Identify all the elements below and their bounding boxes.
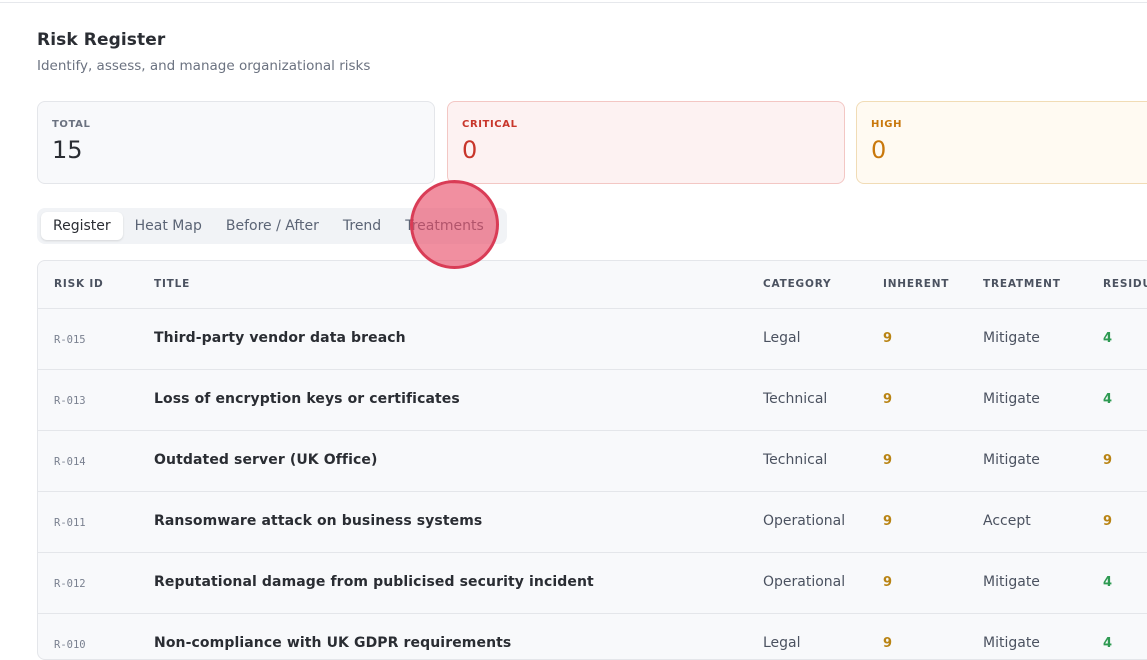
risk-category: Operational — [763, 574, 846, 590]
top-border — [0, 0, 1147, 3]
risk-treatment: Mitigate — [983, 635, 1040, 651]
residual-score: 4 — [1103, 331, 1113, 346]
risk-treatment: Accept — [983, 513, 1031, 529]
table-row[interactable]: R-012 Reputational damage from publicise… — [38, 553, 1147, 614]
risk-title: Third-party vendor data breach — [154, 330, 406, 346]
inherent-score: 9 — [883, 392, 893, 407]
stat-value-high: 0 — [871, 136, 887, 164]
stat-card-high: HIGH 0 — [856, 101, 1147, 184]
stat-card-total: TOTAL 15 — [37, 101, 435, 184]
tab-heat-map[interactable]: Heat Map — [123, 212, 214, 240]
column-header-title[interactable]: TITLE — [154, 278, 190, 290]
tab-trend[interactable]: Trend — [331, 212, 393, 240]
tab-register[interactable]: Register — [41, 212, 123, 240]
inherent-score: 9 — [883, 636, 893, 651]
risk-title: Ransomware attack on business systems — [154, 513, 483, 529]
table-row[interactable]: R-011 Ransomware attack on business syst… — [38, 492, 1147, 553]
stat-label-critical: CRITICAL — [462, 119, 518, 130]
column-header-residual[interactable]: RESIDU — [1103, 278, 1147, 290]
risk-category: Legal — [763, 635, 801, 651]
risk-treatment: Mitigate — [983, 574, 1040, 590]
risk-treatment: Mitigate — [983, 330, 1040, 346]
view-tabs: Register Heat Map Before / After Trend T… — [37, 208, 507, 244]
residual-score: 9 — [1103, 453, 1113, 468]
column-header-risk-id[interactable]: RISK ID — [54, 278, 104, 290]
risk-title: Reputational damage from publicised secu… — [154, 574, 594, 590]
column-header-treatment[interactable]: TREATMENT — [983, 278, 1061, 290]
risk-id: R-014 — [54, 456, 86, 468]
stat-value-critical: 0 — [462, 136, 478, 164]
risk-category: Technical — [763, 452, 828, 468]
residual-score: 4 — [1103, 575, 1113, 590]
column-header-inherent[interactable]: INHERENT — [883, 278, 949, 290]
table-header: RISK ID TITLE CATEGORY INHERENT TREATMEN… — [38, 261, 1147, 309]
risk-category: Technical — [763, 391, 828, 407]
stat-card-critical: CRITICAL 0 — [447, 101, 845, 184]
inherent-score: 9 — [883, 514, 893, 529]
residual-score: 9 — [1103, 514, 1113, 529]
risk-title: Loss of encryption keys or certificates — [154, 391, 460, 407]
risk-id: R-011 — [54, 517, 86, 529]
risk-id: R-015 — [54, 334, 86, 346]
table-row[interactable]: R-013 Loss of encryption keys or certifi… — [38, 370, 1147, 431]
residual-score: 4 — [1103, 636, 1113, 651]
table-row[interactable]: R-015 Third-party vendor data breach Leg… — [38, 309, 1147, 370]
risk-title: Non-compliance with UK GDPR requirements — [154, 635, 512, 651]
table-row[interactable]: R-010 Non-compliance with UK GDPR requir… — [38, 614, 1147, 659]
inherent-score: 9 — [883, 575, 893, 590]
inherent-score: 9 — [883, 331, 893, 346]
risk-id: R-012 — [54, 578, 86, 590]
page-subtitle: Identify, assess, and manage organizatio… — [37, 58, 371, 74]
risk-category: Legal — [763, 330, 801, 346]
stat-value-total: 15 — [52, 136, 83, 164]
tab-treatments[interactable]: Treatments — [393, 212, 496, 240]
page-header: Risk Register Identify, assess, and mana… — [37, 30, 370, 74]
tab-before-after[interactable]: Before / After — [214, 212, 331, 240]
column-header-category[interactable]: CATEGORY — [763, 278, 831, 290]
risk-id: R-013 — [54, 395, 86, 407]
stat-label-high: HIGH — [871, 119, 903, 130]
risk-category: Operational — [763, 513, 846, 529]
risk-treatment: Mitigate — [983, 452, 1040, 468]
risk-table: RISK ID TITLE CATEGORY INHERENT TREATMEN… — [37, 260, 1147, 660]
risk-treatment: Mitigate — [983, 391, 1040, 407]
table-row[interactable]: R-014 Outdated server (UK Office) Techni… — [38, 431, 1147, 492]
page-title: Risk Register — [37, 30, 166, 50]
inherent-score: 9 — [883, 453, 893, 468]
stat-label-total: TOTAL — [52, 119, 91, 130]
residual-score: 4 — [1103, 392, 1113, 407]
risk-title: Outdated server (UK Office) — [154, 452, 378, 468]
